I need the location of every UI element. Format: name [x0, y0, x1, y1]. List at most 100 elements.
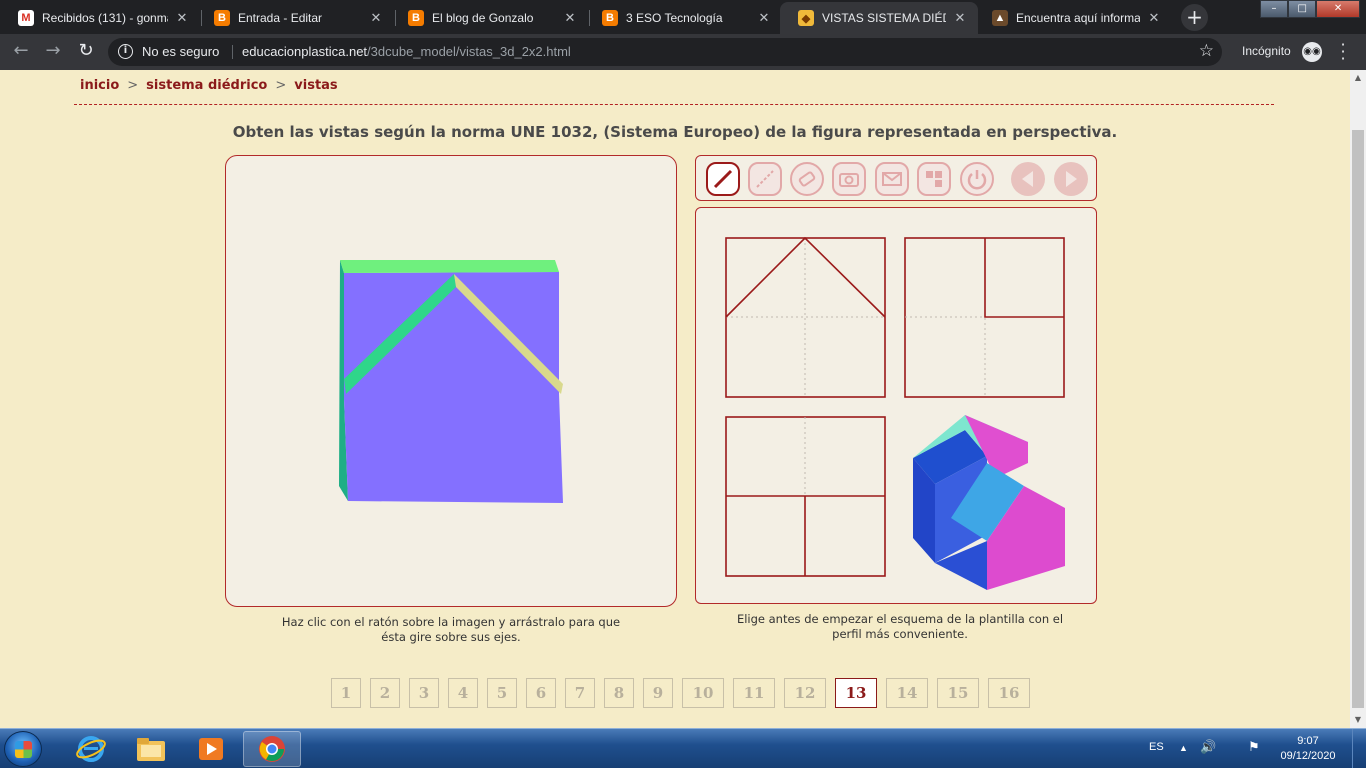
- url-host: educacionplastica.net: [242, 44, 368, 59]
- page-link[interactable]: 12: [784, 678, 826, 708]
- tray-expand-icon[interactable]: ▲: [1179, 743, 1188, 753]
- incognito-icon[interactable]: ◉◉: [1302, 42, 1322, 62]
- dashed-line-tool-button[interactable]: [748, 162, 782, 196]
- omnibox-divider: [232, 45, 233, 59]
- side-view[interactable]: [904, 237, 1065, 398]
- breadcrumb: inicio > sistema diédrico > vistas: [80, 78, 338, 93]
- page-link[interactable]: 15: [937, 678, 979, 708]
- page-link[interactable]: 4: [448, 678, 478, 708]
- tool-bar: [695, 155, 1097, 201]
- tab-eso-tecnologia[interactable]: B 3 ESO Tecnología ✕: [584, 2, 782, 34]
- camera-icon: [839, 173, 859, 187]
- page-link[interactable]: 14: [886, 678, 928, 708]
- close-tab-icon[interactable]: ✕: [562, 10, 578, 26]
- diagonal-line-icon: [713, 169, 733, 189]
- breadcrumb-home-link[interactable]: inicio: [80, 78, 119, 93]
- page-link[interactable]: 2: [370, 678, 400, 708]
- pagination: 1 2 3 4 5 6 7 8 9 10 11 12 13 14 15 16: [331, 678, 1039, 708]
- reload-icon[interactable]: ↻: [75, 41, 97, 63]
- model-top-face: [340, 260, 559, 273]
- layout-tool-button[interactable]: [917, 162, 951, 196]
- views-drawing[interactable]: [696, 208, 1096, 603]
- tab-blog-gonzalo[interactable]: B El blog de Gonzalo ✕: [390, 2, 588, 34]
- page-link[interactable]: 6: [526, 678, 556, 708]
- page-link[interactable]: 10: [682, 678, 724, 708]
- page-link-current[interactable]: 13: [835, 678, 877, 708]
- blogger-icon: B: [214, 10, 230, 26]
- mail-tool-button[interactable]: [875, 162, 909, 196]
- arrow-right-icon: [1066, 171, 1077, 187]
- 3d-model-canvas[interactable]: [226, 156, 676, 606]
- page-link[interactable]: 16: [988, 678, 1030, 708]
- close-tab-icon[interactable]: ✕: [174, 10, 190, 26]
- forward-arrow-icon[interactable]: →: [42, 41, 64, 63]
- system-clock[interactable]: 9:07 09/12/2020: [1272, 734, 1344, 764]
- breadcrumb-current-link[interactable]: vistas: [294, 78, 337, 93]
- minimize-button[interactable]: –: [1260, 0, 1289, 18]
- front-view[interactable]: [725, 236, 886, 398]
- template-caption: Elige antes de empezar el esquema de la …: [736, 612, 1064, 641]
- tab-title: Recibidos (131) - gonma: [42, 11, 168, 25]
- page-link[interactable]: 9: [643, 678, 673, 708]
- hat-icon: ▲: [992, 10, 1008, 26]
- vertical-scrollbar[interactable]: ▲ ▼: [1350, 70, 1366, 728]
- gmail-icon: M: [18, 10, 34, 26]
- 3d-viewer[interactable]: [225, 155, 677, 607]
- tab-entrada-editar[interactable]: B Entrada - Editar ✕: [196, 2, 394, 34]
- scroll-down-arrow-icon[interactable]: ▼: [1350, 712, 1366, 728]
- isometric-reference: [913, 415, 1065, 590]
- start-button[interactable]: [4, 731, 42, 767]
- tab-vistas-sistema-diedrico[interactable]: ◆ VISTAS SISTEMA DIÉDRICO ✕: [780, 2, 978, 34]
- tab-title: Entrada - Editar: [238, 11, 323, 25]
- scroll-up-arrow-icon[interactable]: ▲: [1350, 70, 1366, 86]
- info-icon[interactable]: i: [118, 44, 133, 59]
- model-front-face: [344, 272, 563, 503]
- chrome-icon[interactable]: [243, 731, 301, 767]
- tab-title: VISTAS SISTEMA DIÉDRICO: [822, 11, 946, 25]
- page-link[interactable]: 3: [409, 678, 439, 708]
- show-desktop-button[interactable]: [1352, 729, 1366, 768]
- close-tab-icon[interactable]: ✕: [952, 10, 968, 26]
- incognito-label: Incógnito: [1242, 44, 1291, 58]
- breadcrumb-section-link[interactable]: sistema diédrico: [146, 78, 267, 93]
- file-explorer-icon[interactable]: [122, 731, 180, 767]
- media-player-icon[interactable]: [182, 731, 240, 767]
- page-title: Obten las vistas según la norma UNE 1032…: [232, 123, 1118, 141]
- browser-toolbar: ← → ↻ i No es seguro educacionplastica.n…: [0, 34, 1366, 70]
- new-tab-button[interactable]: +: [1181, 4, 1208, 31]
- page-link[interactable]: 11: [733, 678, 775, 708]
- next-button[interactable]: [1054, 162, 1088, 196]
- close-window-button[interactable]: ✕: [1316, 0, 1360, 18]
- back-arrow-icon[interactable]: ←: [10, 41, 32, 63]
- volume-icon[interactable]: 🔊: [1200, 739, 1216, 755]
- camera-tool-button[interactable]: [832, 162, 866, 196]
- action-center-flag-icon[interactable]: ⚑: [1248, 739, 1260, 755]
- close-tab-icon[interactable]: ✕: [1146, 10, 1162, 26]
- breadcrumb-divider: [74, 104, 1274, 105]
- page-link[interactable]: 8: [604, 678, 634, 708]
- eraser-tool-button[interactable]: [790, 162, 824, 196]
- close-tab-icon[interactable]: ✕: [756, 10, 772, 26]
- breadcrumb-separator: >: [275, 78, 287, 93]
- menu-dots-icon[interactable]: · · ·: [1338, 37, 1348, 67]
- tab-encuentra-informacion[interactable]: ▲ Encuentra aquí informac ✕: [974, 2, 1172, 34]
- tab-gmail[interactable]: M Recibidos (131) - gonma ✕: [0, 2, 200, 34]
- page-link[interactable]: 5: [487, 678, 517, 708]
- bookmark-star-icon[interactable]: ☆: [1199, 41, 1214, 61]
- language-indicator[interactable]: ES: [1149, 741, 1164, 753]
- close-tab-icon[interactable]: ✕: [368, 10, 384, 26]
- power-tool-button[interactable]: [960, 162, 994, 196]
- scroll-thumb[interactable]: [1352, 130, 1364, 708]
- plan-view[interactable]: [725, 416, 886, 577]
- window-controls: – □ ✕: [1260, 0, 1360, 18]
- address-bar[interactable]: i No es seguro educacionplastica.net/3dc…: [108, 38, 1222, 66]
- pencil-tool-button[interactable]: [706, 162, 740, 196]
- page-link[interactable]: 7: [565, 678, 595, 708]
- page-link[interactable]: 1: [331, 678, 361, 708]
- breadcrumb-separator: >: [127, 78, 139, 93]
- maximize-button[interactable]: □: [1288, 0, 1317, 18]
- mail-icon: [882, 172, 902, 186]
- previous-button[interactable]: [1011, 162, 1045, 196]
- internet-explorer-icon[interactable]: [62, 731, 120, 767]
- url-text[interactable]: educacionplastica.net/3dcube_model/vista…: [242, 44, 571, 59]
